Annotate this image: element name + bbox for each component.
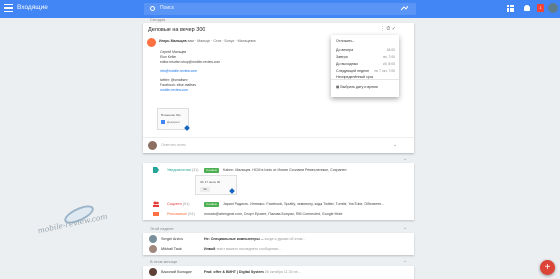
sender-line: Игорь Мальцев вам · Мальце · Стих · Бону… bbox=[159, 39, 256, 43]
menu-item[interactable]: Следующей неделе bbox=[336, 69, 369, 73]
new-chip: 3 новых bbox=[204, 202, 219, 207]
email-link[interactable]: info@mobile-review.com bbox=[160, 69, 197, 73]
search-placeholder: Поиск bbox=[160, 5, 174, 11]
reply-placeholder: Ответить всем bbox=[161, 143, 186, 147]
sender-name: Игорь Мальцев bbox=[159, 39, 187, 43]
menu-item[interactable]: До вечера bbox=[336, 48, 353, 52]
section-label-today: Сегодня bbox=[150, 17, 166, 22]
body-line: editor.msofen.shop@mobile-review.com bbox=[160, 60, 221, 64]
preview-chip: Чат bbox=[200, 187, 210, 192]
menu-divider bbox=[331, 79, 399, 80]
attachment-card[interactable]: Вложение №1 Документ bbox=[157, 108, 190, 131]
menu-item-pick-date[interactable]: ▦ Выбрать дату и время bbox=[336, 85, 378, 89]
message-subject: Деловые на вечер 300 bbox=[148, 27, 206, 33]
month-mail-list: Василий Володин Fwd: offer & ВИНТ | Digi… bbox=[143, 266, 414, 279]
document-icon bbox=[161, 120, 165, 124]
menu-item-value: сб, 8:00 bbox=[382, 62, 395, 66]
apps-grid-icon[interactable] bbox=[507, 5, 514, 12]
more-icon[interactable]: ⋮ bbox=[380, 26, 385, 32]
bundle-name[interactable]: Соцсети (91) bbox=[167, 202, 190, 206]
bundle-snippet[interactable]: Kabnn. Мальцев. НСМ в Ionis от Ионин Ссо… bbox=[223, 168, 411, 172]
menu-item-value: пн 7 окт, 7:00 bbox=[374, 69, 395, 73]
search-icon bbox=[150, 6, 155, 11]
preview-card[interactable]: ЗА 17 июля 00 Чат bbox=[195, 175, 237, 195]
people-icon bbox=[153, 201, 159, 207]
body-line: Сергей Мальцев bbox=[160, 50, 187, 54]
pin-icon[interactable] bbox=[401, 6, 408, 11]
mail-subject[interactable]: Инвой текст вашего последнего сообщения.… bbox=[204, 247, 409, 251]
tag-icon bbox=[153, 167, 159, 173]
menu-icon[interactable] bbox=[4, 4, 13, 13]
expand-icon[interactable]: ⌄ bbox=[403, 225, 407, 231]
snooze-icon[interactable]: ⏱ bbox=[386, 26, 390, 32]
bundle-name[interactable]: Рекламные (51) bbox=[167, 212, 195, 216]
website-link[interactable]: mobile-review.com bbox=[160, 88, 188, 92]
body-line: twitter: @smaltsev bbox=[160, 78, 188, 82]
search-input[interactable] bbox=[144, 3, 416, 15]
avatar bbox=[149, 268, 157, 276]
expand-icon[interactable]: ⌄ bbox=[403, 258, 407, 264]
bell-icon[interactable] bbox=[524, 5, 530, 11]
new-chip: 3 новых bbox=[204, 168, 219, 173]
snooze-menu: Отложить... До вечера 18:00 Завтра пн, 7… bbox=[331, 35, 399, 97]
app-title: Входящие bbox=[17, 4, 48, 11]
week-mail-list: Sergei Arzlov Не: Специальные компьютеры… bbox=[143, 233, 414, 255]
bundle-snippet[interactable]: mosaic@ahengeat.com, Спорт Ерзате, Паков… bbox=[204, 212, 411, 216]
mail-sender[interactable]: Sergei Arzlov bbox=[161, 237, 183, 241]
menu-item-value: 18:00 bbox=[386, 48, 396, 52]
expand-icon[interactable]: ⌄ bbox=[403, 156, 407, 162]
avatar bbox=[149, 235, 157, 243]
mail-subject[interactable]: Не: Специальные компьютеры ... когда я д… bbox=[204, 237, 409, 241]
message-toolbar[interactable]: ⋮ ⏱ ✓ bbox=[380, 26, 396, 32]
bundle-list: Уведомления (31) 3 новых Kabnn. Мальцев.… bbox=[143, 163, 414, 220]
preview-title: ЗА 17 июля 00 bbox=[200, 180, 221, 184]
mail-sender[interactable]: Василий Володин bbox=[161, 270, 192, 274]
notification-badge[interactable]: 1 bbox=[537, 4, 544, 12]
bundle-name[interactable]: Уведомления (31) bbox=[167, 168, 199, 172]
avatar bbox=[149, 245, 157, 253]
compose-fab-button[interactable]: + bbox=[540, 260, 555, 275]
sender-meta: вам · Мальце · Стих · Бонус · Мальцевич bbox=[187, 39, 257, 43]
attachment-name: Вложение №1 bbox=[161, 113, 181, 117]
mail-subject[interactable]: Fwd: offer & ВИНТ | Digital System 26 ок… bbox=[204, 270, 409, 274]
menu-header: Отложить... bbox=[336, 39, 356, 43]
promo-icon bbox=[153, 212, 159, 216]
mail-sender[interactable]: Mikhail Tauk bbox=[161, 247, 182, 251]
avatar bbox=[148, 141, 157, 150]
section-label-month: В этом месяце bbox=[150, 259, 178, 264]
menu-item-value: пн, 7:00 bbox=[382, 55, 395, 59]
body-line: Elon Keller bbox=[160, 55, 177, 59]
section-label-week: Этой неделе bbox=[150, 226, 174, 231]
body-line: Facebook: elise.maltsev bbox=[160, 83, 197, 87]
sender-avatar bbox=[147, 38, 156, 47]
reply-bar[interactable]: Ответить всем ⌄ bbox=[143, 137, 414, 153]
menu-item[interactable]: До выходных bbox=[336, 62, 358, 66]
avatar[interactable] bbox=[548, 3, 558, 13]
attachment-label: Документ bbox=[167, 120, 181, 124]
download-icon[interactable] bbox=[184, 125, 190, 131]
expand-icon[interactable]: ⌄ bbox=[393, 142, 397, 148]
download-icon[interactable] bbox=[229, 188, 235, 194]
menu-item[interactable]: Завтра bbox=[336, 55, 348, 59]
bundle-snippet[interactable]: Japanl Радисть. Ингемсо. Facebook, Spoti… bbox=[223, 202, 411, 206]
done-icon[interactable]: ✓ bbox=[392, 26, 396, 32]
